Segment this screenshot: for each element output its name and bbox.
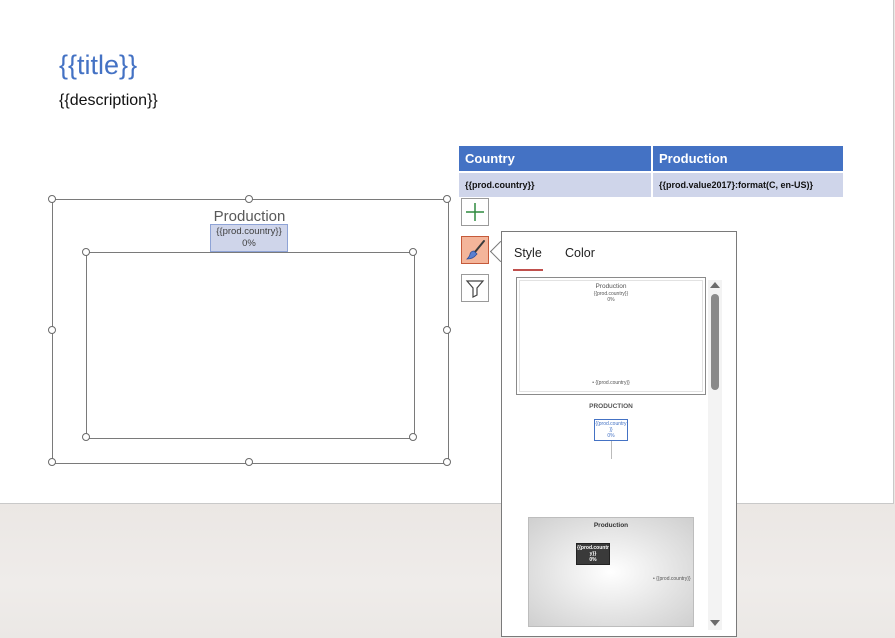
thumb2-title: PRODUCTION [589, 403, 633, 410]
thumb1-percent: 0% [607, 297, 615, 303]
workspace-background [0, 504, 895, 638]
chart-style-panel: Style Color Production {{prod.country}} … [501, 231, 737, 637]
style-thumbnail-2[interactable]: PRODUCTION {{prod.country }} 0% [516, 397, 706, 507]
table-header-country[interactable]: Country [459, 146, 653, 172]
scroll-up-arrow-icon[interactable] [710, 282, 720, 288]
resize-handle-top-left[interactable] [48, 195, 56, 203]
chart-elements-button[interactable] [461, 198, 489, 226]
paintbrush-icon [466, 240, 485, 260]
plot-handle-top-left[interactable] [82, 248, 90, 256]
slide-title[interactable]: {{title}} [59, 50, 137, 81]
resize-handle-bottom-right[interactable] [443, 458, 451, 466]
thumb2-percent: 0% [607, 433, 615, 439]
style-thumbnail-3[interactable]: Production {{prod.countr y}} 0% • {{prod… [528, 517, 694, 627]
thumb3-title: Production [593, 522, 629, 529]
data-table[interactable]: Country Production {{prod.country}} {{pr… [459, 146, 845, 197]
thumb1-legend: • {{prod.country}} [592, 380, 630, 386]
resize-handle-left[interactable] [48, 326, 56, 334]
thumb1-title: Production [595, 283, 627, 290]
scroll-down-arrow-icon[interactable] [710, 620, 720, 626]
chart-filters-button[interactable] [461, 274, 489, 302]
resize-handle-bottom[interactable] [245, 458, 253, 466]
scrollbar-thumb[interactable] [711, 294, 719, 390]
plot-handle-bottom-left[interactable] [82, 433, 90, 441]
table-header-row: Country Production [459, 146, 845, 172]
data-label-percent: 0% [242, 238, 256, 249]
tab-color[interactable]: Color [565, 246, 595, 260]
tab-style[interactable]: Style [514, 246, 542, 260]
slide-canvas[interactable]: {{title}} {{description}} Country Produc… [0, 0, 894, 504]
resize-handle-top-right[interactable] [443, 195, 451, 203]
plot-handle-bottom-right[interactable] [409, 433, 417, 441]
resize-handle-top[interactable] [245, 195, 253, 203]
thumb2-leader-line [611, 441, 612, 459]
resize-handle-right[interactable] [443, 326, 451, 334]
thumb3-legend: • {{prod.country}} [653, 576, 691, 582]
table-row: {{prod.country}} {{prod.value2017}:forma… [459, 171, 845, 197]
chart-styles-button[interactable] [461, 236, 489, 264]
plus-icon [466, 203, 484, 221]
table-header-production[interactable]: Production [652, 146, 845, 172]
style-thumbnail-1[interactable]: Production {{prod.country}} 0% • {{prod.… [516, 277, 706, 395]
chart-data-label[interactable]: {{prod.country}} 0% [210, 224, 288, 252]
plot-area-frame[interactable] [86, 252, 415, 439]
resize-handle-bottom-left[interactable] [48, 458, 56, 466]
thumb2-label-box: {{prod.country }} 0% [594, 419, 628, 441]
table-cell-country[interactable]: {{prod.country}} [459, 171, 653, 197]
funnel-icon [465, 280, 485, 298]
plot-handle-top-right[interactable] [409, 248, 417, 256]
table-cell-production[interactable]: {{prod.value2017}:format(C, en-US)} [652, 171, 845, 197]
data-label-country: {{prod.country}} [216, 226, 282, 237]
thumb3-percent: 0% [589, 557, 597, 563]
slide-description[interactable]: {{description}} [59, 92, 158, 110]
active-tab-indicator [513, 269, 543, 271]
thumb3-label-box: {{prod.countr y}} 0% [576, 543, 610, 565]
chart-title[interactable]: Production [52, 208, 447, 225]
